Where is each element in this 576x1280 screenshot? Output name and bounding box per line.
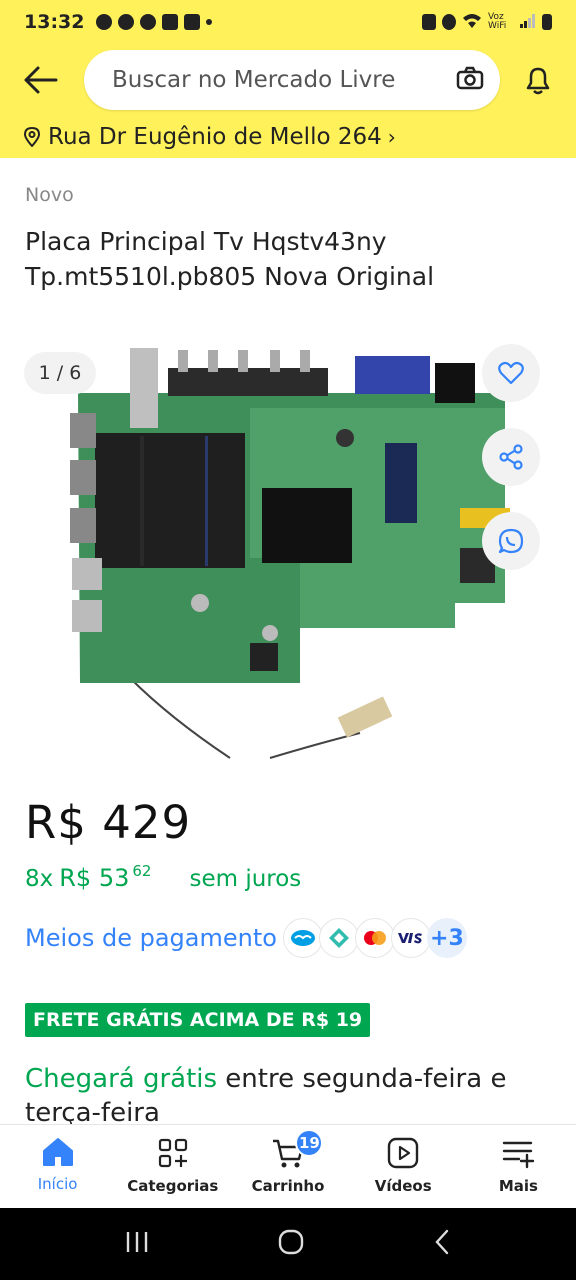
nav-label: Mais (498, 1177, 538, 1195)
cart-count-badge: 19 (295, 1129, 324, 1157)
shopping-notification-icon (184, 14, 201, 30)
video-icon (388, 1137, 419, 1169)
installment-cents: 62 (132, 862, 152, 880)
recent-apps-icon (126, 1232, 147, 1252)
chevron-left-icon (435, 1229, 449, 1255)
share-button[interactable] (482, 428, 540, 486)
nav-label: Carrinho (251, 1177, 325, 1195)
recent-apps-button[interactable] (124, 1230, 150, 1258)
bottom-navigation: Início Categorias 19 Carrinho Vídeos Mai… (0, 1124, 576, 1208)
top-header: Buscar no Mercado Livre (0, 44, 576, 116)
delivery-estimate: Chegará grátis entre segunda-feira e ter… (25, 1062, 555, 1124)
payment-icons[interactable]: +3 (282, 918, 467, 958)
back-button[interactable] (10, 50, 70, 110)
delivery-highlight: Chegará grátis (25, 1064, 218, 1094)
more-payment-methods[interactable]: +3 (426, 918, 467, 958)
mastercard-icon (354, 918, 395, 958)
share-icon (499, 444, 523, 470)
installment-value: R$ 53 (59, 864, 130, 892)
product-details: Novo Placa Principal Tv Hqstv43ny Tp.mt5… (0, 158, 576, 1124)
chevron-right-icon: › (387, 125, 396, 149)
home-circle-icon (278, 1229, 304, 1255)
back-system-button[interactable] (432, 1228, 452, 1260)
dot-icon (206, 19, 213, 25)
facebook-notification-icon (162, 14, 179, 30)
status-bar: 13:32 Voz WiFi (0, 0, 576, 44)
favorite-button[interactable] (482, 344, 540, 402)
system-navigation-bar (0, 1208, 576, 1280)
address-text: Rua Dr Eugênio de Mello 264 (48, 124, 382, 150)
delivery-address[interactable]: Rua Dr Eugênio de Mello 264 › (0, 116, 576, 158)
nav-label: Início (37, 1175, 78, 1193)
notification-icons (96, 14, 213, 30)
payment-methods: Meios de pagamento +3 (25, 918, 467, 958)
mercado-pago-icon (282, 918, 323, 958)
bell-icon (526, 67, 550, 95)
nav-label: Vídeos (374, 1177, 432, 1195)
installments-suffix: sem juros (189, 866, 302, 892)
categories-icon (158, 1138, 187, 1168)
heart-icon (498, 361, 524, 385)
battery-icon (542, 14, 552, 30)
messenger-notification-icon (118, 14, 135, 30)
visa-icon (390, 918, 431, 958)
free-shipping-badge: FRETE GRÁTIS ACIMA DE R$ 19 (25, 1003, 371, 1037)
payment-methods-link[interactable]: Meios de pagamento (25, 924, 277, 952)
menu-icon (503, 1141, 535, 1169)
nav-item-mais[interactable]: Mais (461, 1125, 576, 1208)
gallery-counter: 1 / 6 (24, 352, 96, 394)
product-price: R$ 429 (25, 796, 192, 849)
home-button[interactable] (277, 1228, 305, 1260)
system-status-icons: Voz WiFi (422, 13, 552, 32)
product-condition: Novo (25, 184, 74, 206)
location-pin-icon (24, 127, 40, 147)
back-arrow-icon (24, 66, 58, 94)
search-bar[interactable]: Buscar no Mercado Livre (84, 50, 500, 110)
search-input[interactable]: Buscar no Mercado Livre (112, 67, 456, 93)
camera-icon[interactable] (456, 66, 484, 94)
installments-info: 8x R$ 53 62 sem juros (25, 862, 302, 892)
messenger-notification-icon (140, 14, 157, 30)
lock-icon (422, 14, 436, 30)
status-time: 13:32 (24, 11, 85, 33)
notifications-button[interactable] (516, 58, 560, 102)
alarm-icon (442, 14, 456, 30)
nav-item-inicio[interactable]: Início (0, 1125, 115, 1208)
wifi-icon (462, 13, 482, 32)
product-title: Placa Principal Tv Hqstv43ny Tp.mt5510l.… (25, 227, 435, 291)
whatsapp-icon (498, 528, 524, 554)
signal-icon (520, 13, 536, 31)
network-label: Voz WiFi (488, 12, 507, 31)
pix-icon (318, 918, 359, 958)
nav-item-categorias[interactable]: Categorias (115, 1125, 230, 1208)
whatsapp-notification-icon (96, 14, 113, 30)
nav-label: Categorias (127, 1177, 219, 1195)
installments-count: 8x (25, 866, 54, 892)
home-icon (42, 1138, 73, 1166)
nav-item-carrinho[interactable]: 19 Carrinho (230, 1125, 345, 1208)
nav-item-videos[interactable]: Vídeos (346, 1125, 461, 1208)
whatsapp-share-button[interactable] (482, 512, 540, 570)
product-image-gallery[interactable]: 1 / 6 (0, 338, 576, 768)
